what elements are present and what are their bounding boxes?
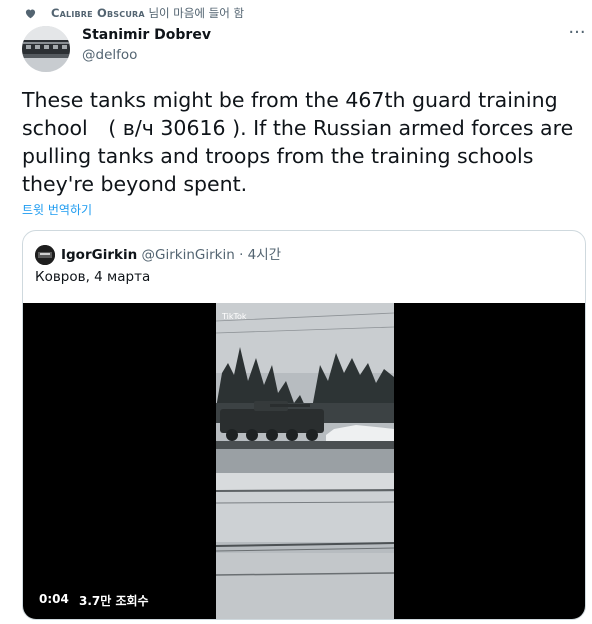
quoted-timestamp[interactable]: 4시간 bbox=[248, 247, 281, 263]
video-duration: 0:04 bbox=[39, 592, 69, 606]
quoted-header: IgorGirkin @GirkinGirkin · 4시간 bbox=[61, 245, 281, 265]
more-options-button[interactable]: ··· bbox=[566, 24, 588, 46]
quoted-author-name[interactable]: IgorGirkin bbox=[61, 247, 137, 263]
video-thumbnail: TikTok bbox=[216, 303, 394, 619]
liked-by-text: Calibre Obscura 님이 마음에 들어 함 bbox=[51, 5, 244, 21]
quoted-tweet-text: Ковров, 4 марта bbox=[35, 269, 151, 285]
liked-by-name[interactable]: Calibre Obscura bbox=[51, 6, 145, 20]
quoted-author-handle[interactable]: @GirkinGirkin bbox=[142, 247, 235, 263]
avatar-train-image bbox=[22, 26, 70, 72]
author-handle[interactable]: @delfoo bbox=[82, 47, 137, 63]
quoted-separator: · bbox=[234, 247, 248, 263]
author-name[interactable]: Stanimir Dobrev bbox=[82, 27, 211, 43]
video-player[interactable]: TikTok 0:04 3.7만 조회수 bbox=[23, 303, 585, 619]
author-avatar[interactable] bbox=[22, 26, 70, 72]
heart-icon bbox=[25, 8, 36, 18]
liked-by-row: Calibre Obscura 님이 마음에 들어 함 bbox=[24, 4, 244, 22]
tweet-text: These tanks might be from the 467th guar… bbox=[22, 88, 574, 196]
liked-by-suffix: 님이 마음에 들어 함 bbox=[144, 6, 245, 20]
video-view-count: 3.7만 조회수 bbox=[79, 594, 149, 608]
avatar-image bbox=[35, 245, 55, 265]
translate-tweet-link[interactable]: 트윗 번역하기 bbox=[22, 201, 92, 218]
tiktok-watermark: TikTok bbox=[221, 312, 247, 321]
quoted-author-avatar[interactable] bbox=[35, 245, 55, 265]
quoted-tweet-card[interactable]: IgorGirkin @GirkinGirkin · 4시간 Ковров, 4… bbox=[22, 230, 586, 620]
